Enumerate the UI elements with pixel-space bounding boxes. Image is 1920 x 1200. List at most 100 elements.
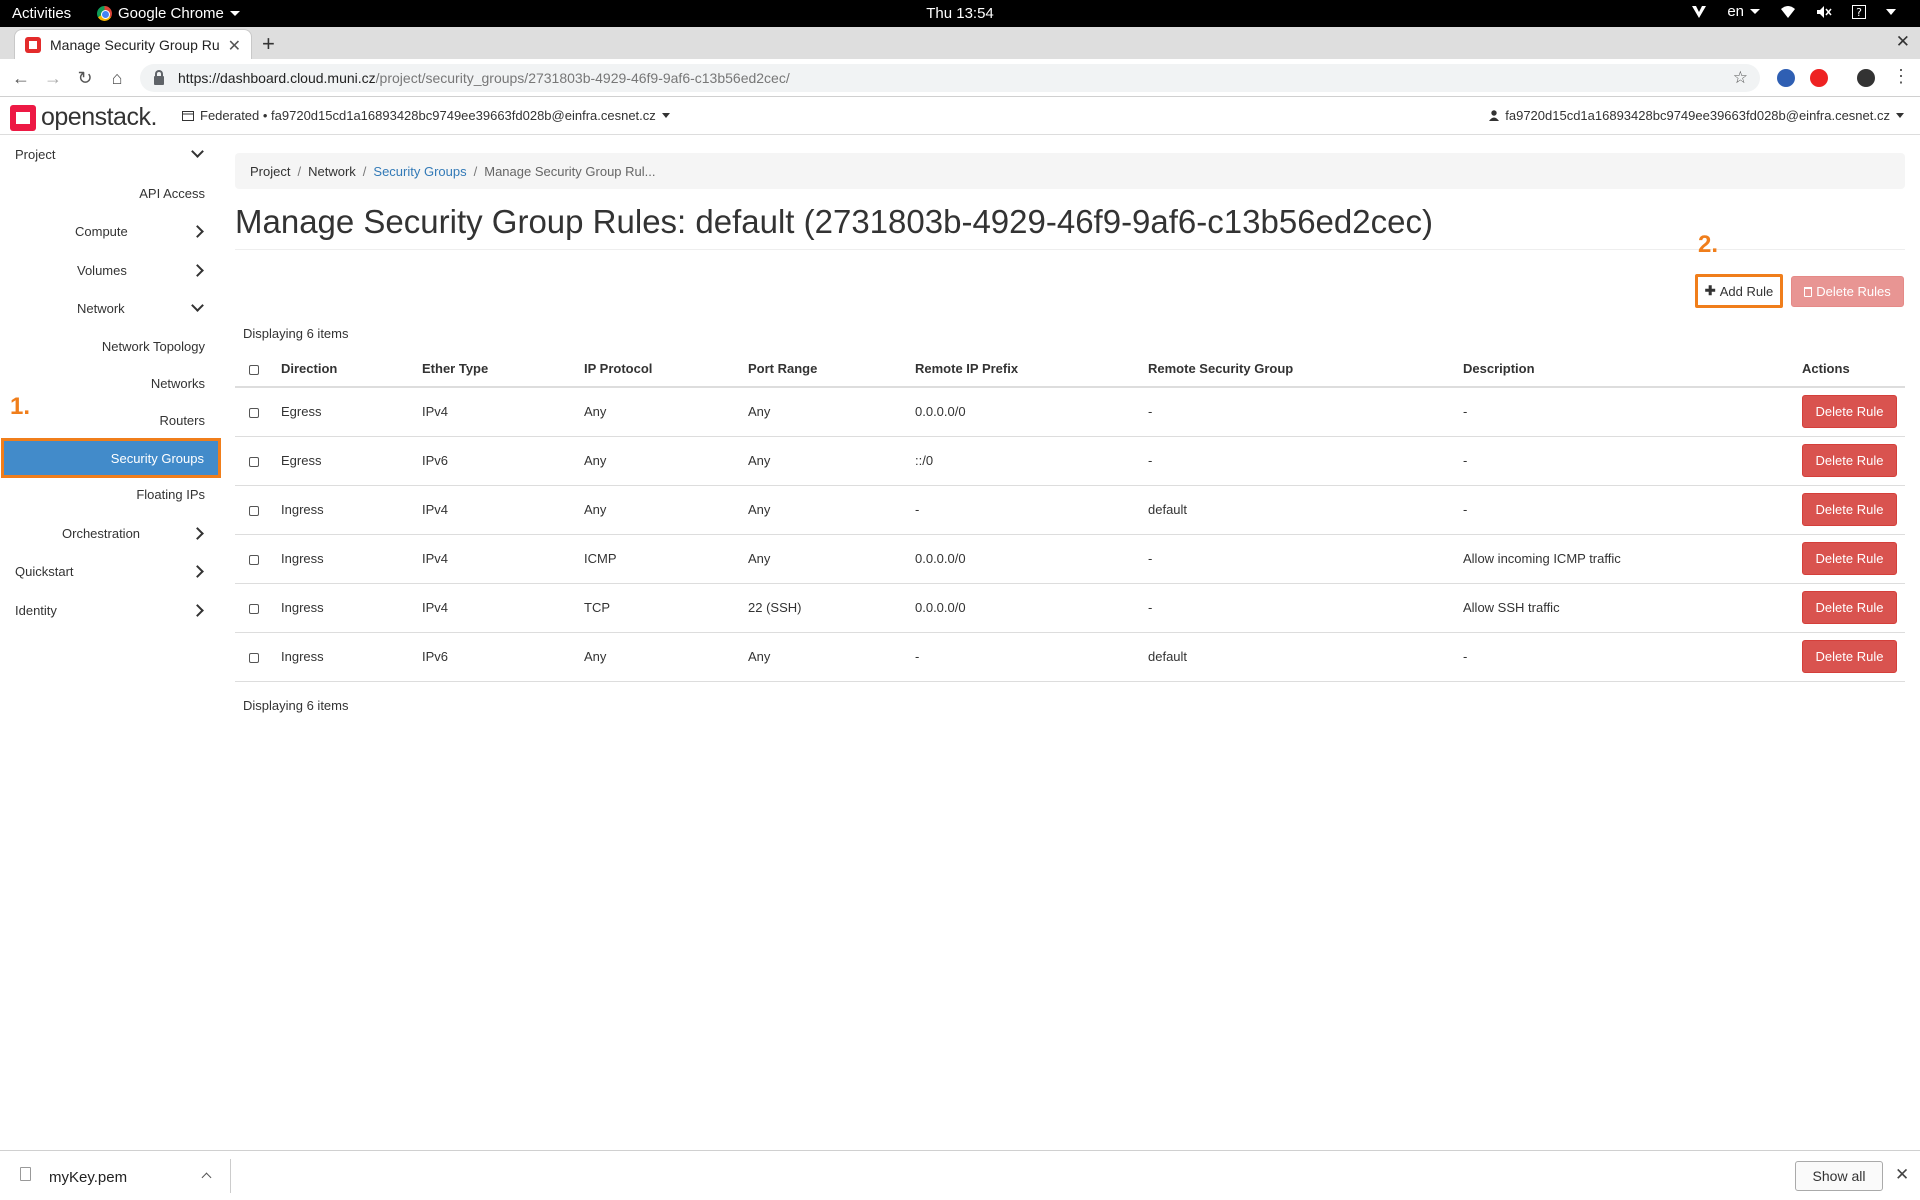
sidebar-item-label: Compute — [75, 223, 128, 239]
download-shelf: myKey.pem Show all ✕ — [0, 1150, 1920, 1200]
home-icon[interactable]: ⌂ — [106, 67, 128, 89]
cell-ether-type: IPv4 — [414, 534, 576, 584]
row-checkbox[interactable] — [249, 505, 259, 516]
browser-tab[interactable]: Manage Security Group Ru ✕ — [14, 29, 252, 59]
row-select-cell — [235, 436, 273, 486]
delete-rule-button[interactable]: Delete Rule — [1802, 640, 1897, 673]
breadcrumb-security-groups[interactable]: Security Groups — [373, 164, 466, 179]
cell-remote-ip-prefix: 0.0.0.0/0 — [907, 583, 1140, 633]
row-checkbox[interactable] — [249, 603, 259, 614]
sidebar-item-volumes[interactable]: Volumes — [77, 251, 222, 289]
delete-rule-button[interactable]: Delete Rule — [1802, 542, 1897, 575]
annotation-step-1: 1. — [10, 393, 31, 420]
cell-description: - — [1455, 436, 1794, 486]
cell-remote-security-group: - — [1140, 534, 1455, 584]
column-header-description[interactable]: Description — [1455, 351, 1794, 388]
sidebar-item-floating-ips[interactable]: Floating IPs — [0, 475, 205, 513]
opera-extension-icon[interactable] — [1810, 69, 1828, 87]
breadcrumb-separator: / — [362, 163, 367, 179]
sidebar-item-orchestration[interactable]: Orchestration — [62, 514, 222, 552]
sidebar-item-label: Quickstart — [15, 563, 74, 579]
close-shelf-icon[interactable]: ✕ — [1895, 1165, 1909, 1185]
sidebar-item-security-groups[interactable]: Security Groups — [1, 438, 221, 478]
delete-rule-button[interactable]: Delete Rule — [1802, 591, 1897, 624]
sidebar-item-label: Routers — [159, 412, 205, 428]
cell-actions: Delete Rule — [1794, 485, 1905, 535]
cell-ether-type: IPv4 — [414, 387, 576, 437]
new-tab-button[interactable]: + — [262, 31, 275, 57]
cell-description: - — [1455, 485, 1794, 535]
sidebar-item-api-access[interactable]: API Access — [0, 174, 205, 212]
back-icon[interactable]: ← — [10, 67, 32, 89]
browser-toolbar: ← → ↻ ⌂ https://dashboard.cloud.muni.cz /… — [0, 59, 1920, 97]
cell-remote-security-group: - — [1140, 583, 1455, 633]
app-menu[interactable]: Google Chrome — [97, 5, 240, 22]
address-bar[interactable]: https://dashboard.cloud.muni.cz/project/… — [140, 64, 1760, 92]
row-checkbox[interactable] — [249, 407, 259, 418]
column-header-remote-security-group[interactable]: Remote Security Group — [1140, 351, 1455, 388]
chevron-down-icon — [1750, 9, 1760, 14]
browser-menu-icon[interactable]: ⋮ — [1892, 66, 1910, 87]
tab-close-icon[interactable]: ✕ — [228, 36, 241, 56]
sidebar-item-label: Floating IPs — [136, 486, 205, 502]
display-count-top: Displaying 6 items — [243, 326, 349, 341]
openstack-logo[interactable]: openstack. — [10, 103, 157, 132]
language-label: en — [1727, 3, 1744, 20]
reload-icon[interactable]: ↻ — [74, 67, 96, 89]
cell-ether-type: IPv6 — [414, 436, 576, 486]
cell-description: Allow SSH traffic — [1455, 583, 1794, 633]
column-header-port-range[interactable]: Port Range — [740, 351, 907, 388]
delete-rule-button[interactable]: Delete Rule — [1802, 395, 1897, 429]
cell-actions: Delete Rule — [1794, 387, 1905, 437]
url-path: /project/security_groups/2731803b-4929-4… — [375, 70, 790, 86]
clock[interactable]: Thu 13:54 — [0, 5, 1920, 22]
select-all-checkbox[interactable] — [249, 364, 259, 375]
delete-rules-label: Delete Rules — [1816, 284, 1891, 299]
activities-button[interactable]: Activities — [12, 5, 71, 22]
breadcrumb-project[interactable]: Project — [250, 164, 290, 179]
column-header-direction[interactable]: Direction — [273, 351, 414, 388]
delete-rules-button[interactable]: Delete Rules — [1791, 276, 1904, 307]
app-name: Google Chrome — [118, 5, 224, 22]
profile-avatar-icon[interactable] — [1857, 69, 1875, 87]
sidebar-item-network[interactable]: Network — [77, 289, 222, 327]
row-checkbox[interactable] — [249, 456, 259, 467]
bookmark-star-icon[interactable]: ☆ — [1733, 68, 1748, 88]
column-header-ether-type[interactable]: Ether Type — [414, 351, 576, 388]
chevron-up-icon[interactable] — [201, 1172, 212, 1183]
cell-direction: Ingress — [273, 485, 414, 535]
window-close-icon[interactable]: ✕ — [1896, 32, 1910, 52]
rules-table-body: Egress IPv4 Any Any 0.0.0.0/0- - Delete Rule Eg… — [235, 387, 1905, 682]
forward-icon[interactable]: → — [42, 67, 64, 89]
system-tray[interactable]: en ? — [1691, 3, 1896, 20]
sidebar-item-project[interactable]: Project — [15, 135, 222, 173]
column-header-remote-ip-prefix[interactable]: Remote IP Prefix — [907, 351, 1140, 388]
project-name: Federated • fa9720d15cd1a16893428bc9749e… — [200, 108, 656, 123]
row-checkbox[interactable] — [249, 554, 259, 565]
logo-text: openstack. — [41, 103, 157, 131]
project-switcher[interactable]: Federated • fa9720d15cd1a16893428bc9749e… — [182, 108, 670, 123]
language-selector[interactable]: en — [1727, 3, 1760, 20]
sidebar-item-identity[interactable]: Identity — [15, 591, 222, 629]
column-header-ip-protocol[interactable]: IP Protocol — [576, 351, 740, 388]
cell-port-range: 22 (SSH) — [740, 583, 907, 633]
sidebar-item-network-topology[interactable]: Network Topology — [0, 327, 205, 365]
download-file-name[interactable]: myKey.pem — [49, 1169, 127, 1186]
row-checkbox[interactable] — [249, 652, 259, 663]
sidebar-item-routers[interactable]: Routers — [0, 401, 205, 439]
help-icon: ? — [1852, 4, 1866, 19]
show-all-downloads-button[interactable]: Show all — [1795, 1161, 1883, 1191]
add-rule-button[interactable]: ✚ Add Rule — [1695, 274, 1783, 308]
row-select-cell — [235, 534, 273, 584]
cell-actions: Delete Rule — [1794, 632, 1905, 682]
sidebar-item-compute[interactable]: Compute — [75, 212, 222, 250]
sidebar-item-networks[interactable]: Networks — [0, 364, 205, 402]
breadcrumb-network[interactable]: Network — [308, 164, 356, 179]
delete-rule-button[interactable]: Delete Rule — [1802, 444, 1897, 477]
cell-remote-ip-prefix: 0.0.0.0/0 — [907, 534, 1140, 584]
extension-icon[interactable] — [1777, 69, 1795, 87]
user-menu[interactable]: fa9720d15cd1a16893428bc9749ee39663fd028b… — [1489, 108, 1904, 123]
delete-rule-button[interactable]: Delete Rule — [1802, 493, 1897, 526]
rules-table: Direction Ether Type IP Protocol Port Ra… — [235, 351, 1905, 682]
sidebar-item-quickstart[interactable]: Quickstart — [15, 552, 222, 590]
